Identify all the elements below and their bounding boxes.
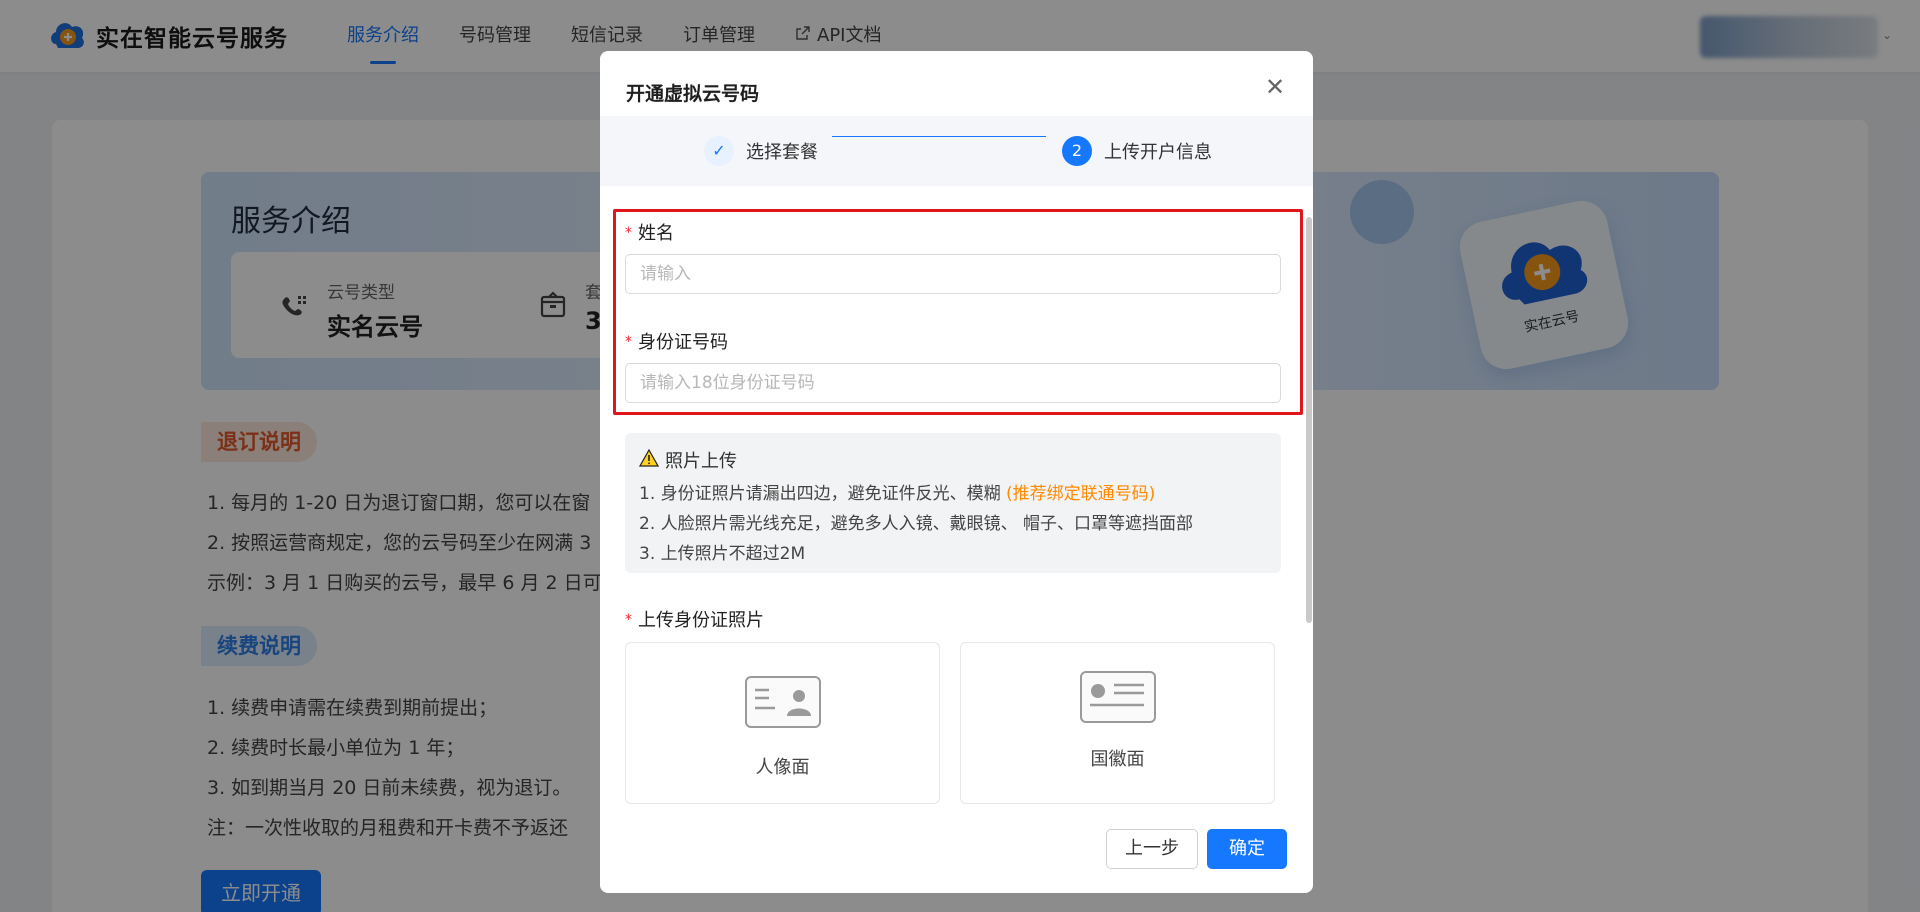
upload-emblem-label: 国徽面 (1090, 749, 1145, 770)
warning-icon (638, 448, 660, 472)
notice-header: 照片上传 (638, 447, 1267, 473)
id-number-label-text: 身份证号码 (638, 332, 728, 353)
close-icon[interactable]: ✕ (1261, 73, 1289, 101)
dialog-scrollbar-thumb[interactable] (1306, 217, 1312, 623)
id-number-label: * 身份证号码 (625, 328, 728, 354)
step-upload-info: 2 上传开户信息 (1062, 136, 1212, 166)
id-card-emblem-icon (1079, 671, 1156, 723)
confirm-button[interactable]: 确定 (1207, 829, 1287, 869)
step-label: 选择套餐 (746, 142, 818, 163)
name-input[interactable] (625, 254, 1281, 294)
dialog-title: 开通虚拟云号码 (626, 83, 760, 105)
required-asterisk: * (625, 225, 632, 241)
step-connector-line (832, 136, 1046, 137)
upload-id-label: * 上传身份证照片 (625, 606, 764, 632)
photo-upload-notice: 照片上传 1. 身份证照片请漏出四边，避免证件反光、模糊 (推荐绑定联通号码) … (625, 433, 1281, 573)
required-asterisk: * (625, 612, 632, 628)
notice-line-2: 2. 人脸照片需光线充足，避免多人入镜、戴眼镜、 帽子、口罩等遮挡面部 (639, 514, 1194, 534)
notice-line-text: 1. 身份证照片请漏出四边，避免证件反光、模糊 (639, 484, 1007, 504)
upload-portrait-side[interactable]: 人像面 (625, 642, 940, 804)
notice-line-1: 1. 身份证照片请漏出四边，避免证件反光、模糊 (推荐绑定联通号码) (639, 479, 1267, 509)
recommend-unicom-link[interactable]: (推荐绑定联通号码) (1006, 484, 1155, 504)
name-label: * 姓名 (625, 219, 674, 245)
required-asterisk: * (625, 334, 632, 350)
id-card-portrait-icon (744, 676, 821, 728)
open-virtual-number-dialog: 开通虚拟云号码 ✕ ✓ 选择套餐 2 上传开户信息 * 姓名 * 身份证号码 照片上… (600, 51, 1313, 893)
step-number: 2 (1062, 136, 1092, 166)
upload-emblem-side[interactable]: 国徽面 (960, 642, 1275, 804)
upload-portrait-label: 人像面 (755, 757, 810, 778)
steps-bar: ✓ 选择套餐 2 上传开户信息 (600, 116, 1313, 186)
name-label-text: 姓名 (638, 223, 674, 244)
upload-id-label-text: 上传身份证照片 (638, 610, 764, 631)
check-icon: ✓ (704, 136, 734, 166)
id-number-input[interactable] (625, 363, 1281, 403)
step-select-package: ✓ 选择套餐 (704, 136, 818, 166)
previous-step-button[interactable]: 上一步 (1106, 829, 1198, 869)
notice-title: 照片上传 (665, 451, 737, 472)
notice-line-3: 3. 上传照片不超过2M (639, 544, 806, 564)
step-label: 上传开户信息 (1104, 142, 1212, 163)
